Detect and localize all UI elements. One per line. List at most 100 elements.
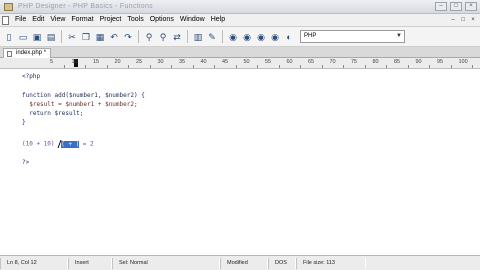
document-icon[interactable] — [2, 15, 9, 25]
menu-file[interactable]: File — [12, 14, 29, 26]
expression-text: (10 + 10) — [22, 140, 59, 148]
ruler-tick — [149, 65, 151, 68]
toggle-icon[interactable]: ✎ — [206, 31, 218, 43]
doc-close-button[interactable]: × — [469, 16, 477, 24]
selected-text: ( + ) — [61, 140, 80, 148]
ruler-tick — [429, 65, 431, 68]
comment-icon[interactable]: ◉ — [255, 31, 267, 43]
menu-edit[interactable]: Edit — [29, 14, 47, 26]
ruler-tick — [343, 65, 345, 68]
ruler-label: 50 — [243, 59, 250, 65]
ruler-tick — [128, 65, 130, 68]
ruler-label: 70 — [329, 59, 336, 65]
toolbar-separator — [61, 30, 62, 43]
doc-restore-button[interactable]: □ — [459, 16, 467, 24]
code-line: return $result; — [22, 110, 84, 117]
toolbar: ▯ ▭ ▣ ▤ ✂ ❐ ▦ ↶ ↷ ⚲ ⚲ ⇄ ▥ ✎ ◉ ◉ ◉ ◉ ◐ PH… — [0, 27, 480, 47]
ruler-label: 80 — [372, 59, 379, 65]
ruler-label: 55 — [265, 59, 272, 65]
doc-minimize-button[interactable]: – — [449, 16, 457, 24]
outdent-icon[interactable]: ◉ — [241, 31, 253, 43]
code-line: $result = $number1 + $number2; — [22, 101, 138, 108]
window-title: PHP Designer - PHP Basics - Functions — [18, 3, 153, 10]
status-bar: Ln 8, Col 12 Insert Sel: Normal Modified… — [0, 255, 480, 270]
ruler-label: 65 — [308, 59, 315, 65]
app-icon — [4, 3, 13, 11]
menu-project[interactable]: Project — [97, 14, 125, 26]
code-editor[interactable]: <?php function add($number1, $number2) {… — [0, 69, 480, 255]
document-tab-bar: index.php * — [0, 47, 480, 58]
ruler-label: 45 — [222, 59, 229, 65]
toolbar-separator — [138, 30, 139, 43]
ruler-tick — [278, 65, 280, 68]
ruler-label: 35 — [179, 59, 186, 65]
chevron-down-icon: ▼ — [396, 33, 402, 39]
ruler-tick — [214, 65, 216, 68]
code-line: <?php — [22, 73, 41, 80]
ruler-label: 85 — [394, 59, 401, 65]
cut-icon[interactable]: ✂ — [66, 31, 78, 43]
php-file-icon — [7, 51, 12, 57]
find-next-icon[interactable]: ⚲ — [157, 31, 169, 43]
ruler-label: 10 — [71, 59, 78, 65]
ruler-tick — [321, 65, 323, 68]
ruler-tick — [85, 65, 87, 68]
save-icon[interactable]: ▣ — [31, 31, 43, 43]
tab-index-php[interactable]: index.php * — [3, 48, 52, 58]
tab-label: index.php * — [16, 50, 47, 56]
ruler-tick — [364, 65, 366, 68]
menu-tools[interactable]: Tools — [124, 14, 146, 26]
ruler-label: 95 — [437, 59, 444, 65]
preview-icon[interactable]: ◐ — [283, 31, 295, 43]
ruler-label: 30 — [157, 59, 164, 65]
menu-help[interactable]: Help — [208, 14, 228, 26]
ruler-label: 90 — [415, 59, 422, 65]
close-button[interactable]: × — [465, 2, 477, 11]
status-line-ending: DOS — [268, 257, 296, 269]
redo-icon[interactable]: ↷ — [122, 31, 134, 43]
bookmark-icon[interactable]: ▥ — [192, 31, 204, 43]
ruler-tick — [257, 65, 259, 68]
menu-bar: File Edit View Format Project Tools Opti… — [0, 14, 480, 27]
ruler-tick — [63, 65, 65, 68]
toolbar-separator — [187, 30, 188, 43]
status-file-size: File size: 113 — [296, 257, 366, 269]
menu-view[interactable]: View — [47, 14, 68, 26]
ruler-tick — [192, 65, 194, 68]
ruler-tick — [235, 65, 237, 68]
code-line: function add($number1, $number2) { — [22, 92, 145, 99]
ruler-label: 5 — [50, 59, 54, 65]
ruler-tick — [171, 65, 173, 68]
status-position: Ln 8, Col 12 — [0, 257, 68, 269]
code-line: } — [22, 119, 26, 126]
menu-options[interactable]: Options — [147, 14, 177, 26]
status-modified: Modified — [220, 257, 268, 269]
save-all-icon[interactable]: ▤ — [45, 31, 57, 43]
ruler-label: 15 — [93, 59, 100, 65]
ruler-tick — [450, 65, 452, 68]
language-select[interactable]: PHP ▼ — [300, 30, 405, 43]
copy-icon[interactable]: ❐ — [80, 31, 92, 43]
new-file-icon[interactable]: ▯ — [3, 31, 15, 43]
ruler-tick — [106, 65, 108, 68]
undo-icon[interactable]: ↶ — [108, 31, 120, 43]
ruler-tick — [300, 65, 302, 68]
menu-window[interactable]: Window — [177, 14, 208, 26]
ruler-tick — [407, 65, 409, 68]
menu-format[interactable]: Format — [68, 14, 96, 26]
ruler-label: 60 — [286, 59, 293, 65]
replace-icon[interactable]: ⇄ — [171, 31, 183, 43]
column-ruler: 5 10 15 20 25 30 35 40 45 50 55 60 65 70 75 80 85 90 95 100 — [0, 58, 480, 69]
find-icon[interactable]: ⚲ — [143, 31, 155, 43]
ruler-tick — [386, 65, 388, 68]
ruler-tick — [472, 65, 474, 68]
indent-icon[interactable]: ◉ — [227, 31, 239, 43]
uncomment-icon[interactable]: ◉ — [269, 31, 281, 43]
ruler-label: 40 — [200, 59, 207, 65]
maximize-button[interactable]: □ — [450, 2, 462, 11]
open-file-icon[interactable]: ▭ — [17, 31, 29, 43]
minimize-button[interactable]: – — [435, 2, 447, 11]
paste-icon[interactable]: ▦ — [94, 31, 106, 43]
title-bar: PHP Designer - PHP Basics - Functions – … — [0, 0, 480, 14]
ruler-label: 75 — [351, 59, 358, 65]
